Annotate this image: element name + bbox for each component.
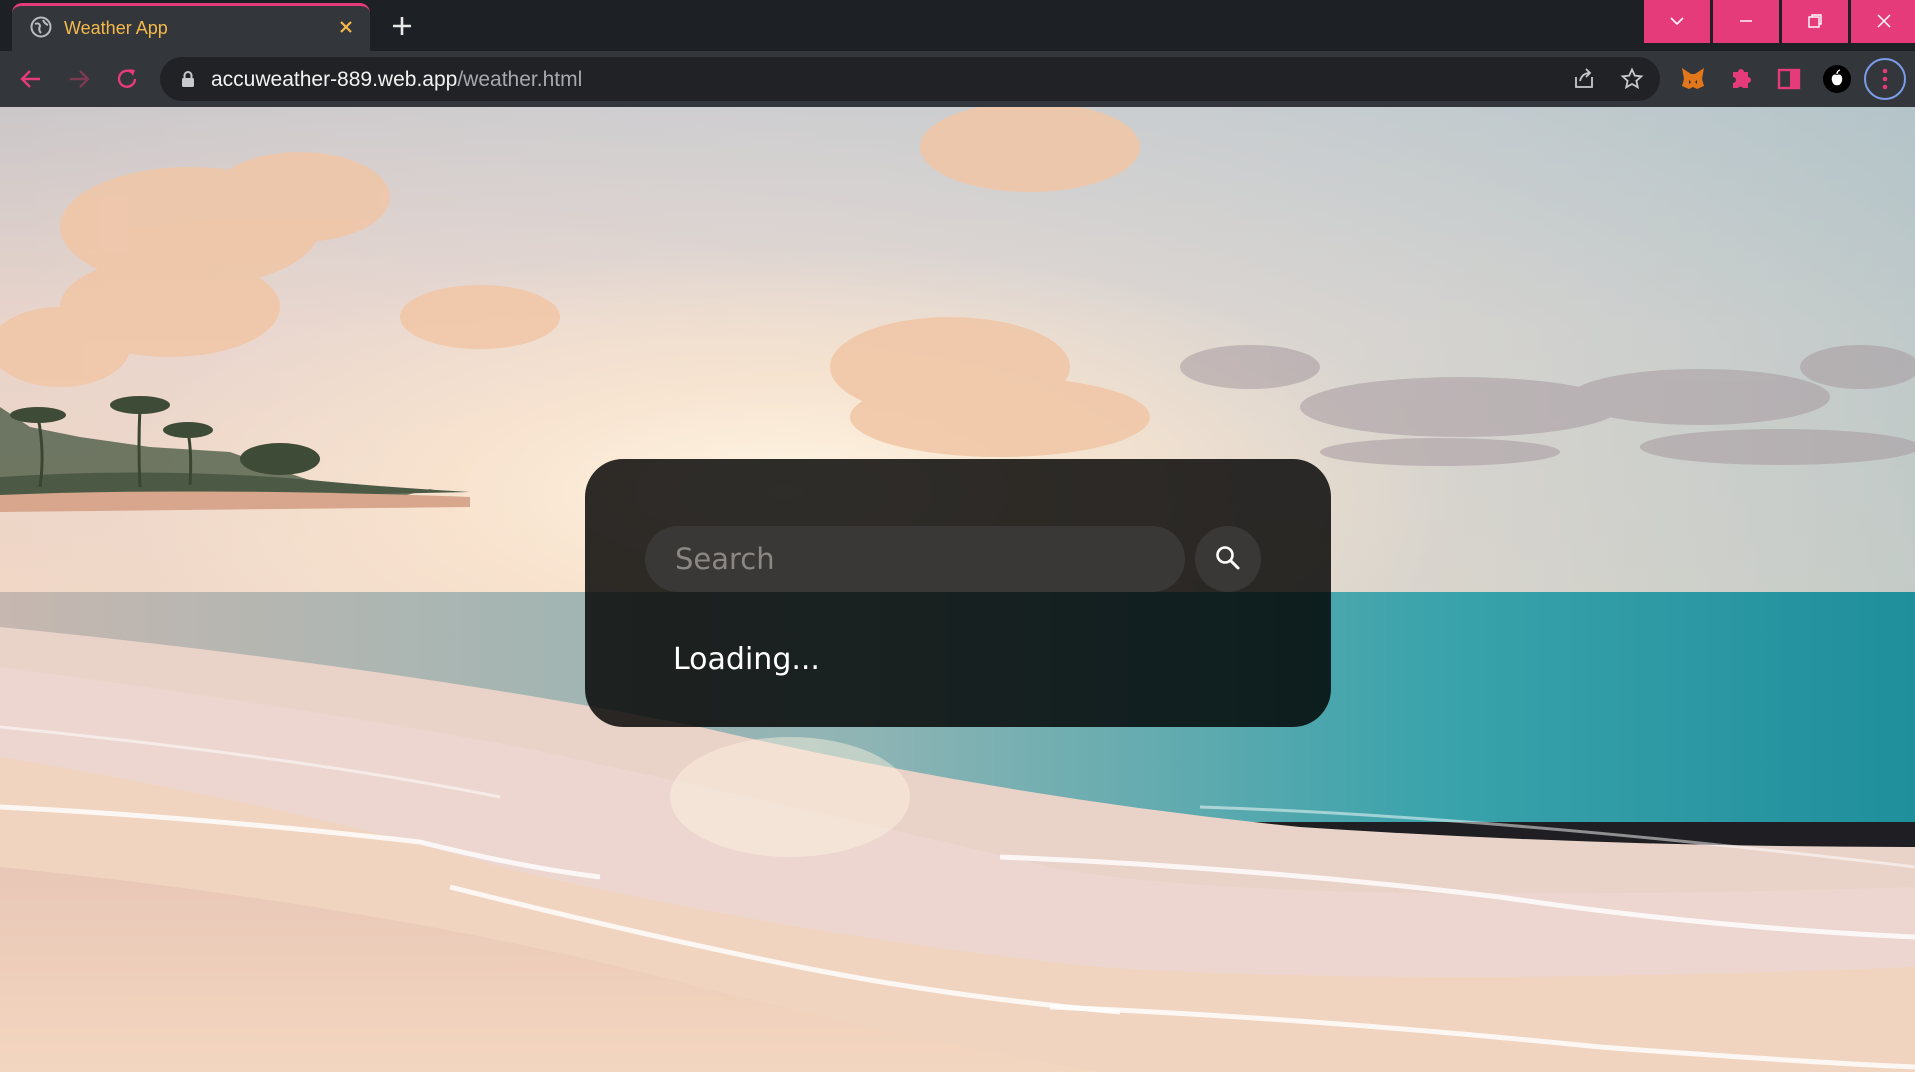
weather-card: Loading... (585, 459, 1331, 727)
bookmark-star-icon[interactable] (1620, 67, 1644, 91)
globe-icon (30, 16, 52, 38)
side-panel-icon[interactable] (1774, 64, 1804, 94)
address-bar[interactable]: accuweather-889.web.app/weather.html (160, 57, 1660, 101)
metamask-fox-icon[interactable] (1678, 64, 1708, 94)
search-input[interactable] (645, 526, 1185, 592)
tab-strip: Weather App (0, 0, 1915, 51)
browser-toolbar: accuweather-889.web.app/weather.html (0, 51, 1915, 107)
chevron-down-icon (1670, 17, 1684, 26)
tab-title: Weather App (64, 18, 168, 38)
apple-extension-icon[interactable] (1822, 64, 1852, 94)
new-tab-icon[interactable] (388, 12, 416, 40)
browser-menu-button[interactable] (1864, 58, 1906, 100)
restore-button[interactable] (1782, 0, 1848, 43)
restore-icon (1808, 14, 1822, 28)
reload-icon[interactable] (114, 66, 140, 92)
more-vertical-icon (1882, 68, 1888, 90)
lock-icon[interactable] (180, 70, 196, 88)
close-icon (1877, 14, 1891, 28)
url-text[interactable]: accuweather-889.web.app/weather.html (211, 68, 582, 92)
share-icon[interactable] (1572, 67, 1596, 91)
search-icon (1216, 546, 1240, 570)
url-host: accuweather-889.web.app (211, 68, 458, 91)
browser-tab[interactable]: Weather App (12, 3, 370, 51)
back-arrow-icon[interactable] (18, 66, 44, 92)
close-tab-icon[interactable] (336, 17, 356, 37)
extensions-puzzle-icon[interactable] (1726, 64, 1756, 94)
minimize-icon (1740, 20, 1752, 22)
page-viewport: Loading... (0, 107, 1915, 1072)
close-window-button[interactable] (1851, 0, 1915, 43)
search-button[interactable] (1195, 526, 1261, 592)
forward-arrow-icon[interactable] (66, 66, 92, 92)
minimize-button[interactable] (1713, 0, 1779, 43)
tab-search-button[interactable] (1644, 0, 1710, 43)
loading-status: Loading... (673, 642, 820, 677)
url-path: /weather.html (457, 68, 583, 91)
